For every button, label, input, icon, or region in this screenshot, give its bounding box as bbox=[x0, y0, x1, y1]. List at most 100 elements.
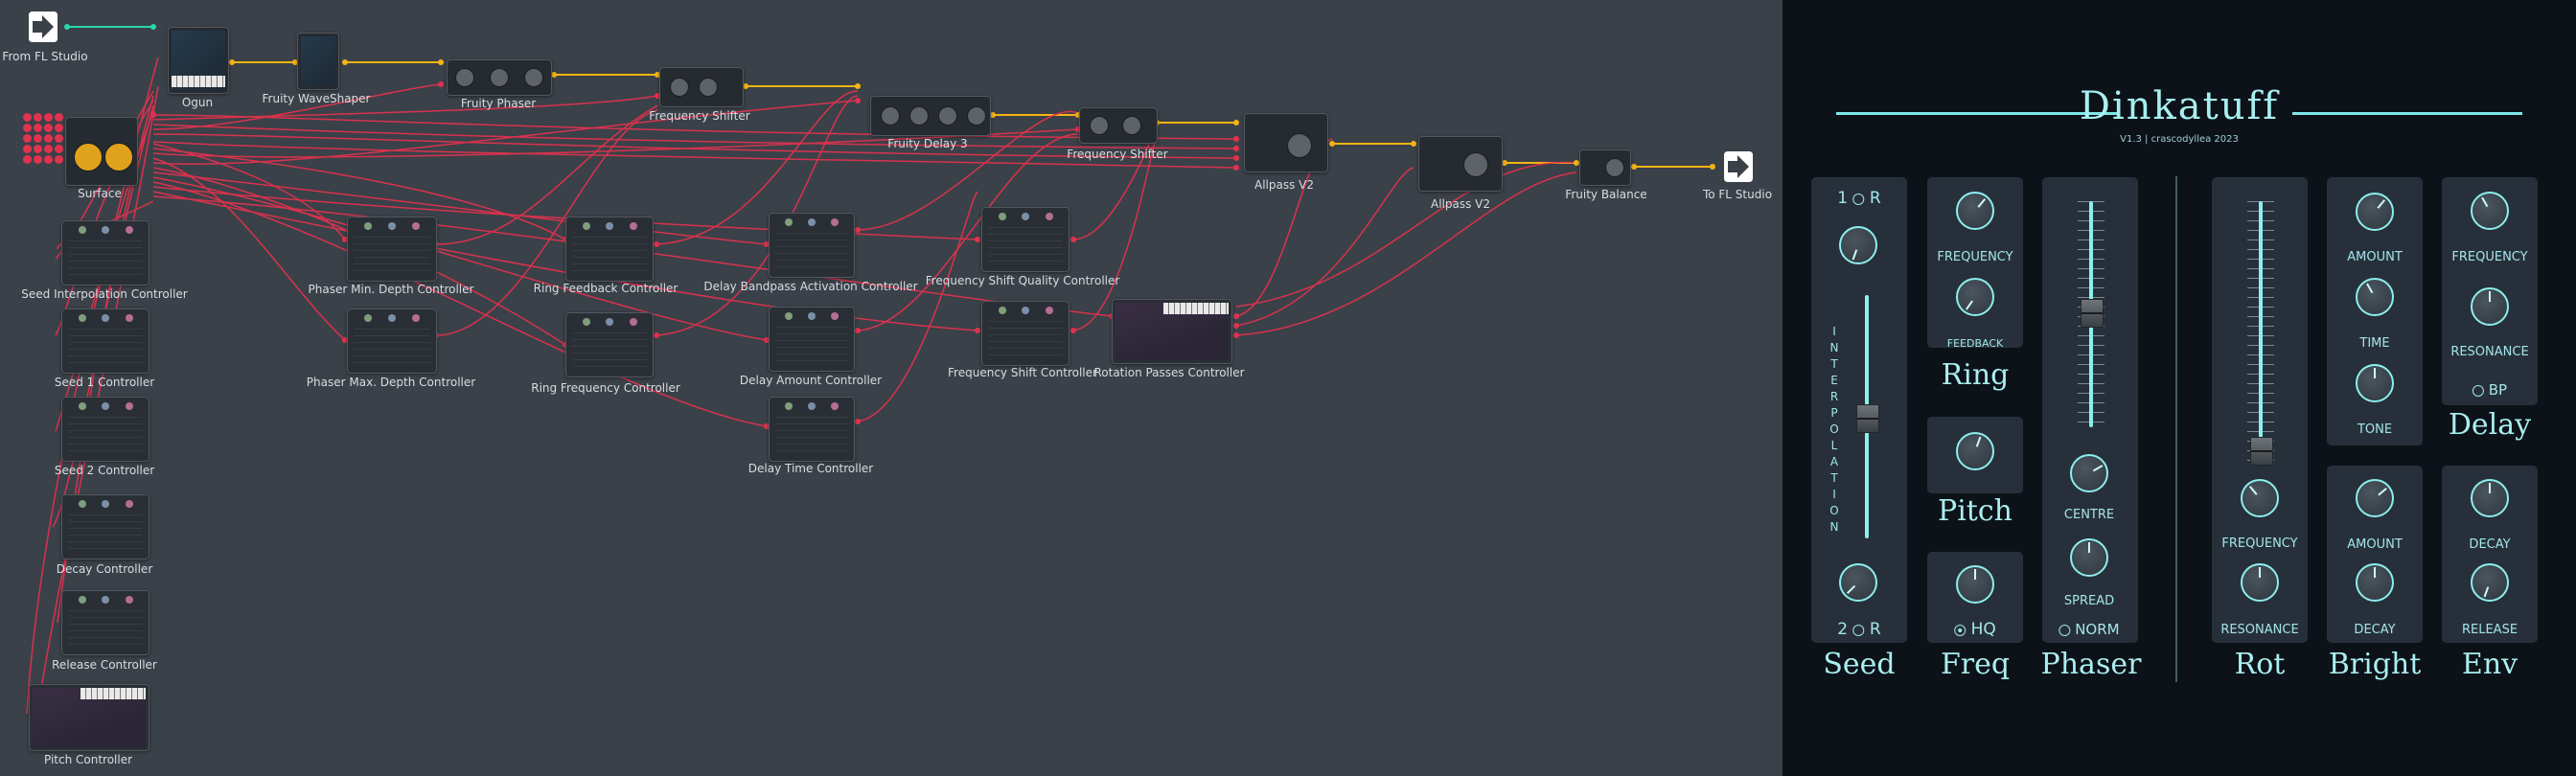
input-arrow-icon bbox=[29, 11, 58, 42]
patcher-area[interactable]: From FL Studio To FL Studio Ogun Fruity … bbox=[0, 0, 1782, 776]
bright-tone-knob[interactable] bbox=[2356, 364, 2394, 402]
delay-resonance-knob[interactable] bbox=[2471, 287, 2509, 326]
seed2-knob[interactable] bbox=[1839, 563, 1877, 602]
ring-feedback-controller[interactable] bbox=[565, 217, 654, 282]
freq-shift-quality-controller[interactable] bbox=[981, 207, 1070, 272]
frequency-shifter-1-plugin[interactable] bbox=[659, 67, 744, 107]
interpolation-letter: N bbox=[1829, 520, 1839, 534]
surface-plugin[interactable] bbox=[65, 117, 138, 186]
seed2-controller[interactable] bbox=[61, 397, 150, 462]
freq-hq-radio[interactable] bbox=[1954, 625, 1966, 636]
ring-feedback-knob[interactable] bbox=[1956, 278, 1994, 316]
surface-port-grid[interactable] bbox=[23, 113, 63, 164]
pitch-section-title: Pitch bbox=[1938, 494, 2012, 528]
bright-amount2-knob[interactable] bbox=[2356, 479, 2394, 517]
seed-bottom-number: 2 bbox=[1837, 620, 1849, 639]
seed-top-radio[interactable] bbox=[1852, 194, 1865, 205]
allpass-2-label: Allpass V2 bbox=[1430, 197, 1491, 211]
rot-slider-thumb[interactable] bbox=[2250, 437, 2273, 466]
title-rule-right bbox=[2292, 112, 2522, 115]
fruity-balance-plugin[interactable] bbox=[1579, 149, 1631, 186]
fruity-delay-plugin[interactable] bbox=[870, 96, 991, 136]
frequency-shifter-2-plugin[interactable] bbox=[1079, 107, 1158, 144]
seed-bottom-option[interactable]: 2 R bbox=[1837, 620, 1880, 639]
phaser-max-depth-controller[interactable] bbox=[347, 308, 437, 374]
bright-amount-caption: AMOUNT bbox=[2347, 250, 2403, 264]
env-release-knob[interactable] bbox=[2471, 563, 2509, 602]
rot-frequency-knob[interactable] bbox=[2241, 479, 2279, 517]
bright-time-knob[interactable] bbox=[2356, 278, 2394, 316]
allpass-2-plugin[interactable] bbox=[1418, 136, 1503, 192]
ring-frequency-label: Ring Frequency Controller bbox=[531, 381, 680, 395]
output-arrow-icon bbox=[1724, 151, 1753, 182]
freq-hq-option[interactable]: HQ bbox=[1954, 620, 1996, 639]
freq-shift-quality-label: Frequency Shift Quality Controller bbox=[925, 274, 1120, 287]
panel-subtitle: V1.3 | crascodyllea 2023 bbox=[2120, 134, 2239, 145]
bright-time-caption: TIME bbox=[2359, 336, 2390, 351]
bright-decay-knob[interactable] bbox=[2356, 563, 2394, 602]
fruity-phaser-plugin[interactable] bbox=[447, 59, 552, 96]
bright-decay-caption: DECAY bbox=[2354, 623, 2396, 637]
phaser-min-depth-controller[interactable] bbox=[347, 217, 437, 282]
ring-frequency-knob[interactable] bbox=[1956, 192, 1994, 230]
delay-frequency-caption: FREQUENCY bbox=[2451, 250, 2528, 264]
freq-shift-controller[interactable] bbox=[981, 301, 1070, 366]
delay-frequency-knob[interactable] bbox=[2471, 192, 2509, 230]
phaser-norm-radio[interactable] bbox=[2058, 625, 2071, 636]
decay-label: Decay Controller bbox=[56, 562, 153, 576]
waveshaper-plugin[interactable] bbox=[297, 33, 339, 90]
phaser-spread-knob[interactable] bbox=[2070, 538, 2108, 577]
rot-resonance-knob[interactable] bbox=[2241, 563, 2279, 602]
interpolation-letter: T bbox=[1830, 471, 1838, 485]
interpolation-letter: P bbox=[1830, 406, 1838, 420]
interpolation-slider-thumb[interactable] bbox=[1856, 404, 1879, 433]
rot-slider-track[interactable] bbox=[2259, 201, 2263, 466]
seed1-controller[interactable] bbox=[61, 308, 150, 374]
freq-knob[interactable] bbox=[1956, 565, 1994, 604]
ring-frequency-controller[interactable] bbox=[565, 312, 654, 377]
pitch-controller[interactable] bbox=[29, 684, 150, 751]
env-decay-knob[interactable] bbox=[2471, 479, 2509, 517]
seed2-label: Seed 2 Controller bbox=[54, 464, 155, 477]
delay-bandpass-label: Delay Bandpass Activation Controller bbox=[703, 280, 918, 293]
delay-bp-label: BP bbox=[2488, 381, 2508, 399]
release-label: Release Controller bbox=[52, 658, 157, 672]
delay-amount-controller[interactable] bbox=[769, 307, 855, 372]
decay-controller[interactable] bbox=[61, 494, 150, 559]
input-label: From FL Studio bbox=[2, 50, 88, 63]
surface-label: Surface bbox=[78, 187, 122, 200]
release-controller[interactable] bbox=[61, 590, 150, 655]
delay-time-label: Delay Time Controller bbox=[748, 462, 874, 475]
ogun-plugin[interactable] bbox=[168, 27, 229, 94]
seed-top-r: R bbox=[1869, 189, 1881, 208]
phaser-section-title: Phaser bbox=[2040, 648, 2142, 681]
interpolation-letter: E bbox=[1830, 374, 1838, 387]
freq-hq-label: HQ bbox=[1970, 620, 1996, 639]
interpolation-letter: T bbox=[1830, 357, 1838, 371]
frequency-shifter-2-label: Frequency Shifter bbox=[1067, 148, 1168, 161]
allpass-1-label: Allpass V2 bbox=[1254, 178, 1315, 192]
seed-interpolation-controller[interactable] bbox=[61, 220, 150, 285]
delay-section-title: Delay bbox=[2448, 408, 2532, 442]
rotation-passes-controller[interactable] bbox=[1112, 299, 1232, 364]
seed-top-option[interactable]: 1 R bbox=[1837, 189, 1880, 208]
phaser-slider-thumb[interactable] bbox=[2081, 299, 2104, 328]
pitch-knob[interactable] bbox=[1956, 432, 1994, 470]
phaser-norm-option[interactable]: NORM bbox=[2058, 621, 2120, 638]
delay-bandpass-controller[interactable] bbox=[769, 213, 855, 278]
delay-time-controller[interactable] bbox=[769, 397, 855, 462]
phaser-max-depth-label: Phaser Max. Depth Controller bbox=[306, 376, 476, 389]
ring-feedback-caption: FEEDBACK bbox=[1946, 337, 2004, 350]
bright-amount-knob[interactable] bbox=[2356, 193, 2394, 231]
phaser-centre-knob[interactable] bbox=[2070, 454, 2108, 492]
fruity-balance-label: Fruity Balance bbox=[1565, 188, 1647, 201]
allpass-1-plugin[interactable] bbox=[1244, 113, 1328, 172]
interpolation-letter: I bbox=[1832, 488, 1836, 501]
seed1-knob[interactable] bbox=[1839, 226, 1877, 264]
seed-bottom-radio[interactable] bbox=[1852, 625, 1865, 636]
frequency-shifter-1-label: Frequency Shifter bbox=[649, 109, 750, 123]
delay-bp-radio[interactable] bbox=[2472, 385, 2484, 397]
fruity-delay-label: Fruity Delay 3 bbox=[887, 137, 968, 150]
delay-bp-option[interactable]: BP bbox=[2472, 381, 2507, 399]
interpolation-letter: N bbox=[1829, 341, 1839, 354]
